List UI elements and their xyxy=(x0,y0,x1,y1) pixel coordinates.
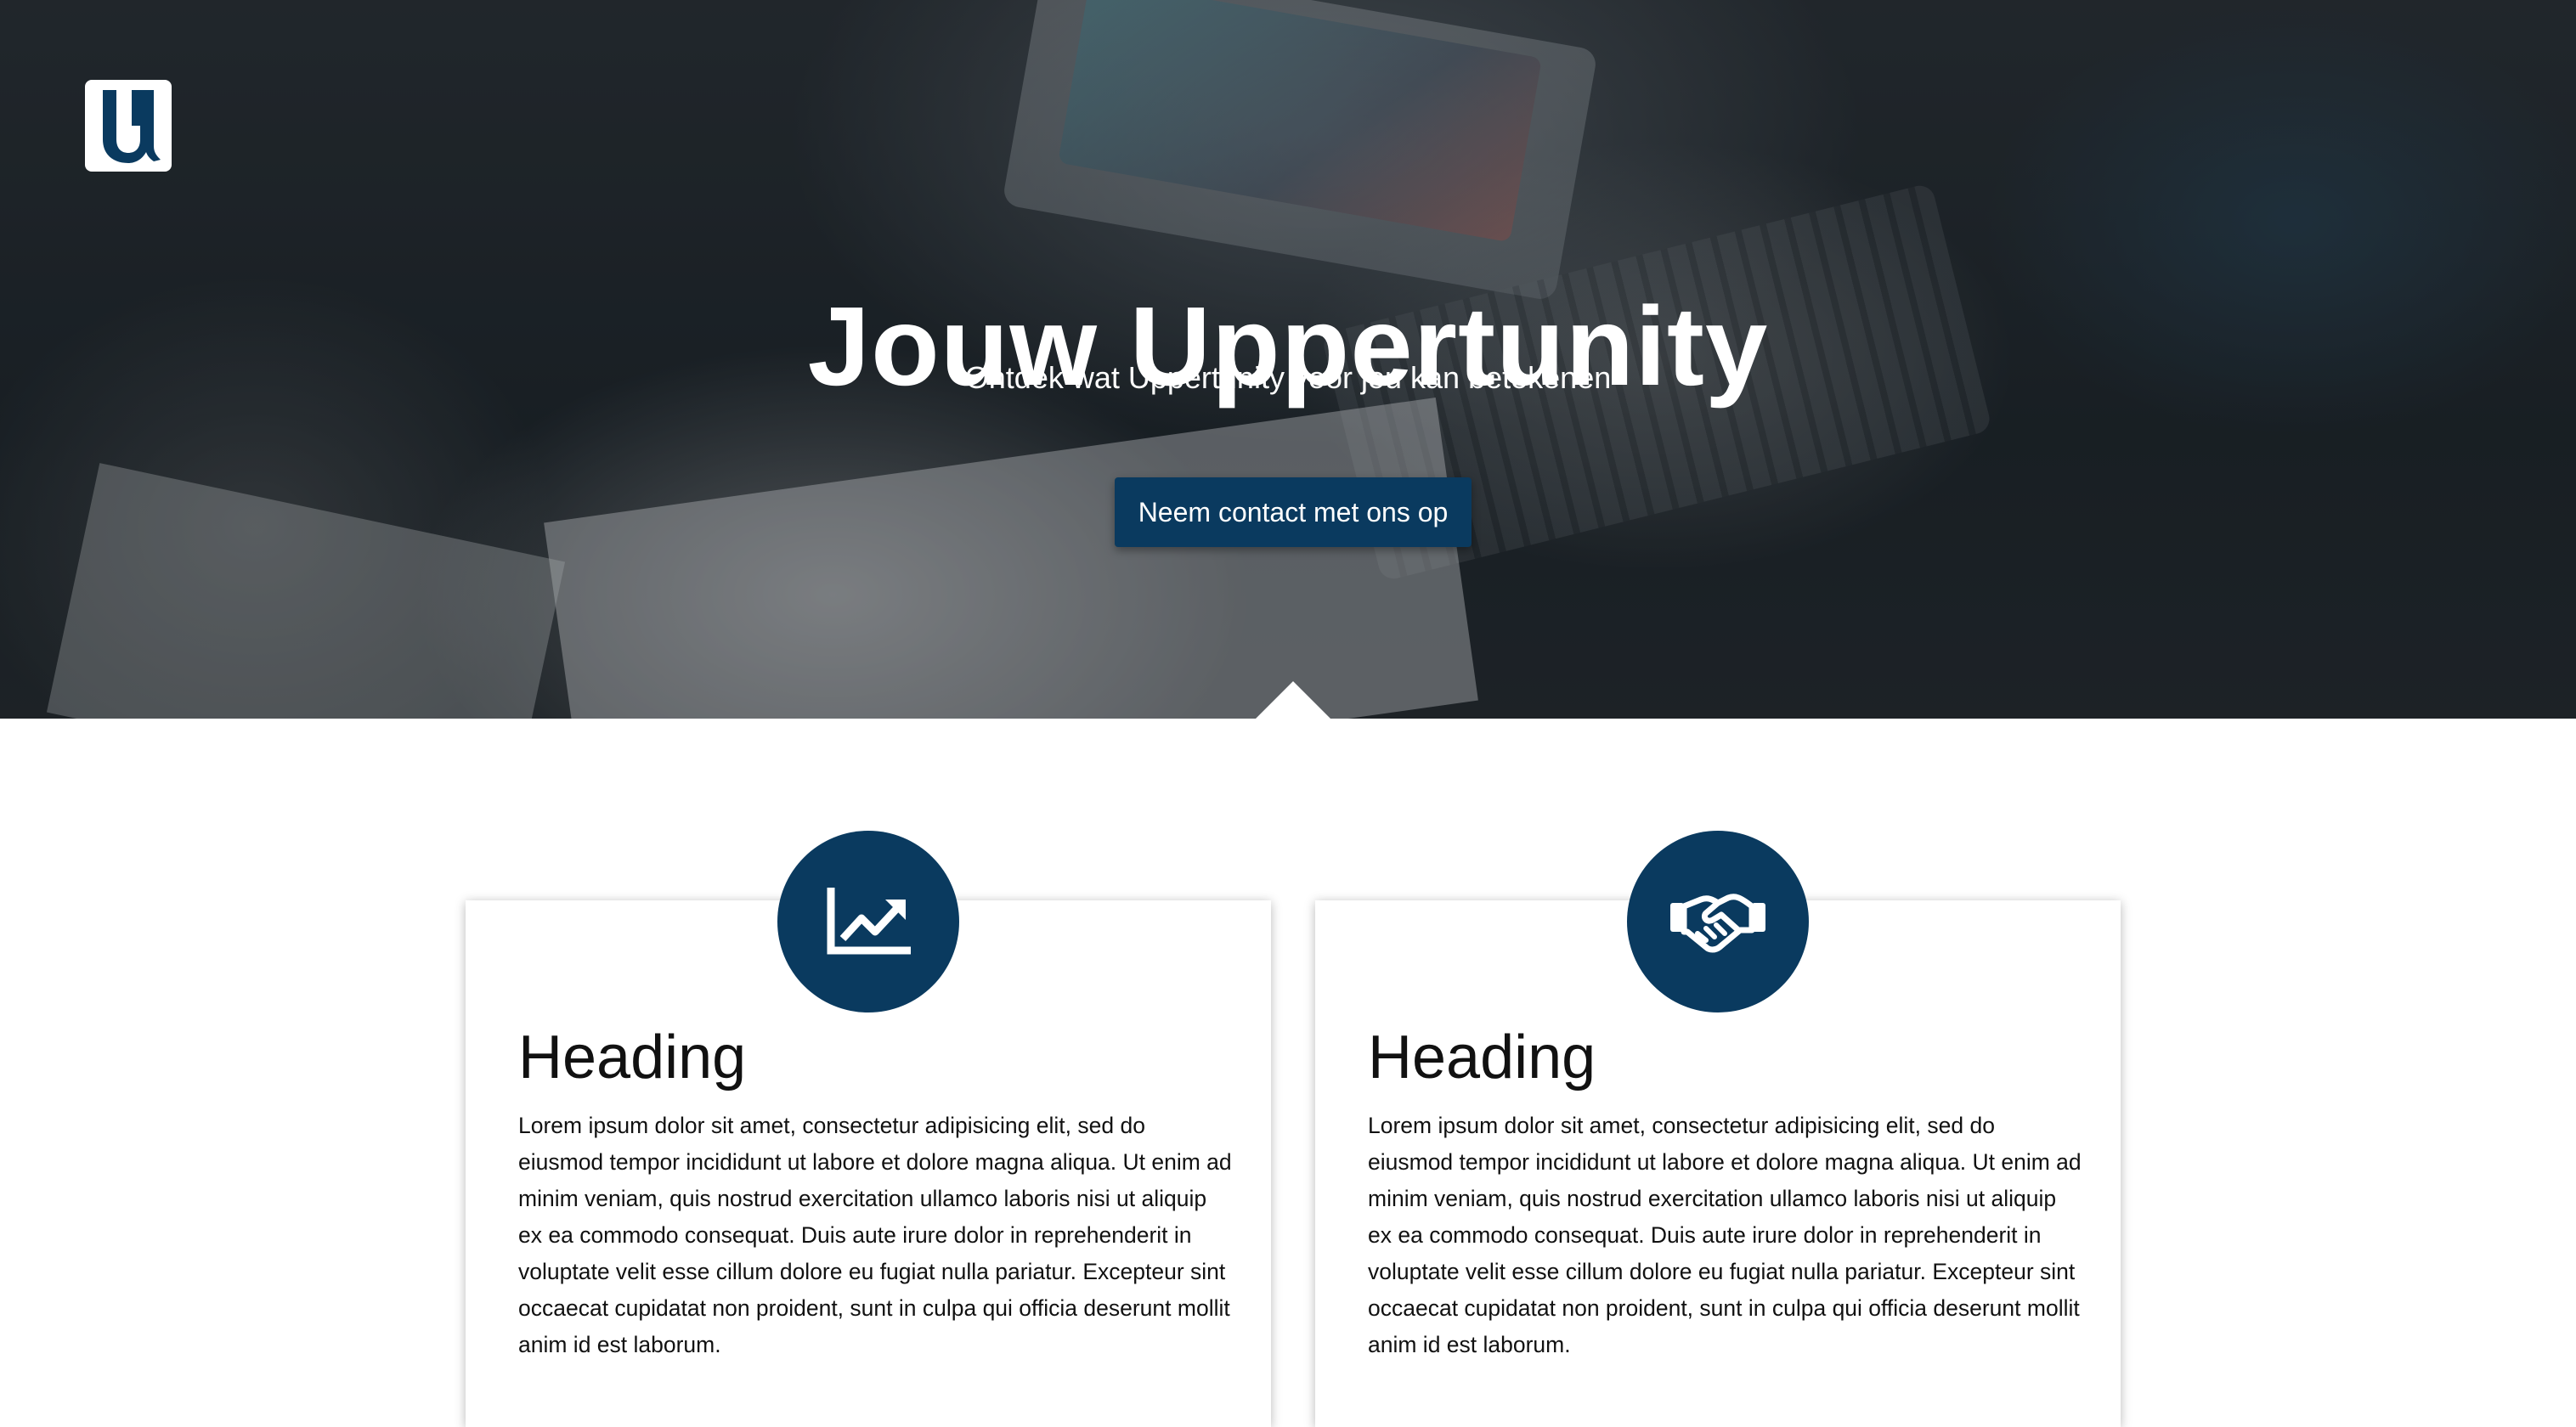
handshake-icon xyxy=(1670,894,1765,953)
contact-button[interactable]: Neem contact met ons op xyxy=(1115,477,1472,547)
card-icon-badge xyxy=(777,831,959,1012)
card-body: Lorem ipsum dolor sit amet, consectetur … xyxy=(1368,1113,2082,1357)
chart-line-up-icon xyxy=(827,888,911,955)
hero-subtitle: Ontdek wat Uppertunity voor jou kan bete… xyxy=(964,360,1612,395)
hero-notch-arrow xyxy=(1256,681,1330,719)
uppertunity-logo-icon xyxy=(103,90,161,163)
card-body: Lorem ipsum dolor sit amet, consectetur … xyxy=(518,1113,1232,1357)
card-heading: Heading xyxy=(1368,1024,1596,1091)
logo-link[interactable] xyxy=(85,80,172,172)
card-icon-badge xyxy=(1627,831,1809,1012)
card-heading: Heading xyxy=(518,1024,747,1091)
hero-section: Jouw Uppertunity Ontdek wat Uppertunity … xyxy=(0,0,2576,719)
